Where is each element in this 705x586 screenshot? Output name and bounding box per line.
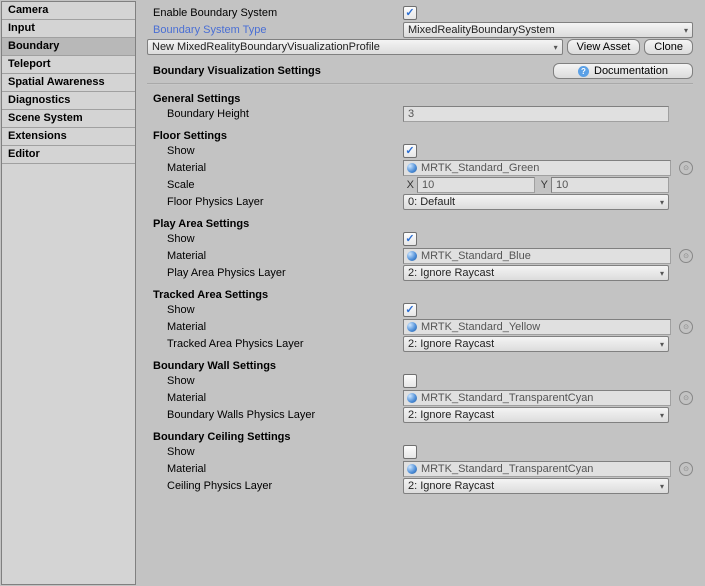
documentation-label: Documentation bbox=[594, 65, 668, 77]
tracked-material-value: MRTK_Standard_Yellow bbox=[421, 321, 540, 333]
profile-value: New MixedRealityBoundaryVisualizationPro… bbox=[152, 41, 380, 53]
ceiling-material-field[interactable]: MRTK_Standard_TransparentCyan bbox=[403, 461, 671, 477]
scale-x-label: X bbox=[403, 179, 415, 191]
chevron-down-icon: ▾ bbox=[656, 198, 664, 207]
tracked-material-picker[interactable]: ⊙ bbox=[679, 320, 693, 334]
divider bbox=[147, 83, 693, 85]
floor-scale-y-field[interactable]: 10 bbox=[551, 177, 669, 193]
floor-material-field[interactable]: MRTK_Standard_Green bbox=[403, 160, 671, 176]
boundary-height-field[interactable]: 3 bbox=[403, 106, 669, 122]
sidebar-item-teleport[interactable]: Teleport bbox=[2, 56, 135, 74]
playarea-layer-dropdown[interactable]: 2: Ignore Raycast ▾ bbox=[403, 265, 669, 281]
playarea-layer-label: Play Area Physics Layer bbox=[147, 267, 403, 279]
sidebar-item-diagnostics[interactable]: Diagnostics bbox=[2, 92, 135, 110]
sidebar: Camera Input Boundary Teleport Spatial A… bbox=[1, 1, 136, 585]
floor-settings-title: Floor Settings bbox=[147, 130, 693, 142]
sidebar-item-spatial-awareness[interactable]: Spatial Awareness bbox=[2, 74, 135, 92]
chevron-down-icon: ▾ bbox=[680, 26, 688, 35]
visualization-settings-title: Boundary Visualization Settings bbox=[147, 65, 553, 77]
main-panel: Enable Boundary System Boundary System T… bbox=[137, 0, 705, 586]
enable-boundary-checkbox[interactable] bbox=[403, 6, 417, 20]
boundary-system-type-value: MixedRealityBoundarySystem bbox=[408, 24, 555, 36]
ceiling-material-picker[interactable]: ⊙ bbox=[679, 462, 693, 476]
chevron-down-icon: ▾ bbox=[656, 482, 664, 491]
floor-material-label: Material bbox=[147, 162, 403, 174]
playarea-material-picker[interactable]: ⊙ bbox=[679, 249, 693, 263]
playarea-settings-title: Play Area Settings bbox=[147, 218, 693, 230]
wall-material-label: Material bbox=[147, 392, 403, 404]
material-icon bbox=[407, 251, 417, 261]
floor-layer-label: Floor Physics Layer bbox=[147, 196, 403, 208]
chevron-down-icon: ▾ bbox=[656, 411, 664, 420]
tracked-settings-title: Tracked Area Settings bbox=[147, 289, 693, 301]
chevron-down-icon: ▾ bbox=[656, 269, 664, 278]
wall-material-value: MRTK_Standard_TransparentCyan bbox=[421, 392, 593, 404]
ceiling-layer-label: Ceiling Physics Layer bbox=[147, 480, 403, 492]
wall-show-checkbox[interactable] bbox=[403, 374, 417, 388]
playarea-show-label: Show bbox=[147, 233, 403, 245]
playarea-material-value: MRTK_Standard_Blue bbox=[421, 250, 531, 262]
chevron-down-icon: ▾ bbox=[656, 340, 664, 349]
enable-boundary-label: Enable Boundary System bbox=[147, 7, 403, 19]
playarea-layer-value: 2: Ignore Raycast bbox=[408, 267, 494, 279]
general-settings-title: General Settings bbox=[147, 93, 693, 105]
tracked-material-label: Material bbox=[147, 321, 403, 333]
sidebar-item-input[interactable]: Input bbox=[2, 20, 135, 38]
wall-layer-value: 2: Ignore Raycast bbox=[408, 409, 494, 421]
sidebar-item-boundary[interactable]: Boundary bbox=[2, 38, 135, 56]
floor-layer-dropdown[interactable]: 0: Default ▾ bbox=[403, 194, 669, 210]
scale-y-label: Y bbox=[537, 179, 549, 191]
floor-show-checkbox[interactable] bbox=[403, 144, 417, 158]
ceiling-show-label: Show bbox=[147, 446, 403, 458]
floor-material-picker[interactable]: ⊙ bbox=[679, 161, 693, 175]
material-icon bbox=[407, 163, 417, 173]
documentation-button[interactable]: ? Documentation bbox=[553, 63, 693, 79]
ceiling-material-label: Material bbox=[147, 463, 403, 475]
boundary-height-label: Boundary Height bbox=[147, 108, 403, 120]
chevron-down-icon: ▾ bbox=[550, 43, 558, 52]
wall-layer-dropdown[interactable]: 2: Ignore Raycast ▾ bbox=[403, 407, 669, 423]
tracked-layer-value: 2: Ignore Raycast bbox=[408, 338, 494, 350]
ceiling-show-checkbox[interactable] bbox=[403, 445, 417, 459]
tracked-layer-label: Tracked Area Physics Layer bbox=[147, 338, 403, 350]
tracked-show-checkbox[interactable] bbox=[403, 303, 417, 317]
tracked-show-label: Show bbox=[147, 304, 403, 316]
floor-scale-label: Scale bbox=[147, 179, 403, 191]
wall-material-picker[interactable]: ⊙ bbox=[679, 391, 693, 405]
help-icon: ? bbox=[578, 66, 589, 77]
playarea-show-checkbox[interactable] bbox=[403, 232, 417, 246]
ceiling-material-value: MRTK_Standard_TransparentCyan bbox=[421, 463, 593, 475]
sidebar-item-camera[interactable]: Camera bbox=[2, 2, 135, 20]
floor-layer-value: 0: Default bbox=[408, 196, 455, 208]
tracked-layer-dropdown[interactable]: 2: Ignore Raycast ▾ bbox=[403, 336, 669, 352]
material-icon bbox=[407, 464, 417, 474]
playarea-material-label: Material bbox=[147, 250, 403, 262]
wall-layer-label: Boundary Walls Physics Layer bbox=[147, 409, 403, 421]
sidebar-item-editor[interactable]: Editor bbox=[2, 146, 135, 164]
wall-material-field[interactable]: MRTK_Standard_TransparentCyan bbox=[403, 390, 671, 406]
ceiling-layer-dropdown[interactable]: 2: Ignore Raycast ▾ bbox=[403, 478, 669, 494]
floor-show-label: Show bbox=[147, 145, 403, 157]
view-asset-button[interactable]: View Asset bbox=[567, 39, 641, 55]
boundary-system-type-dropdown[interactable]: MixedRealityBoundarySystem ▾ bbox=[403, 22, 693, 38]
tracked-material-field[interactable]: MRTK_Standard_Yellow bbox=[403, 319, 671, 335]
sidebar-item-scene-system[interactable]: Scene System bbox=[2, 110, 135, 128]
ceiling-layer-value: 2: Ignore Raycast bbox=[408, 480, 494, 492]
material-icon bbox=[407, 393, 417, 403]
boundary-system-type-label[interactable]: Boundary System Type bbox=[147, 24, 403, 36]
sidebar-item-extensions[interactable]: Extensions bbox=[2, 128, 135, 146]
floor-scale-x-field[interactable]: 10 bbox=[417, 177, 535, 193]
playarea-material-field[interactable]: MRTK_Standard_Blue bbox=[403, 248, 671, 264]
ceiling-settings-title: Boundary Ceiling Settings bbox=[147, 431, 693, 443]
floor-material-value: MRTK_Standard_Green bbox=[421, 162, 539, 174]
wall-settings-title: Boundary Wall Settings bbox=[147, 360, 693, 372]
clone-button[interactable]: Clone bbox=[644, 39, 693, 55]
material-icon bbox=[407, 322, 417, 332]
profile-dropdown[interactable]: New MixedRealityBoundaryVisualizationPro… bbox=[147, 39, 563, 55]
wall-show-label: Show bbox=[147, 375, 403, 387]
